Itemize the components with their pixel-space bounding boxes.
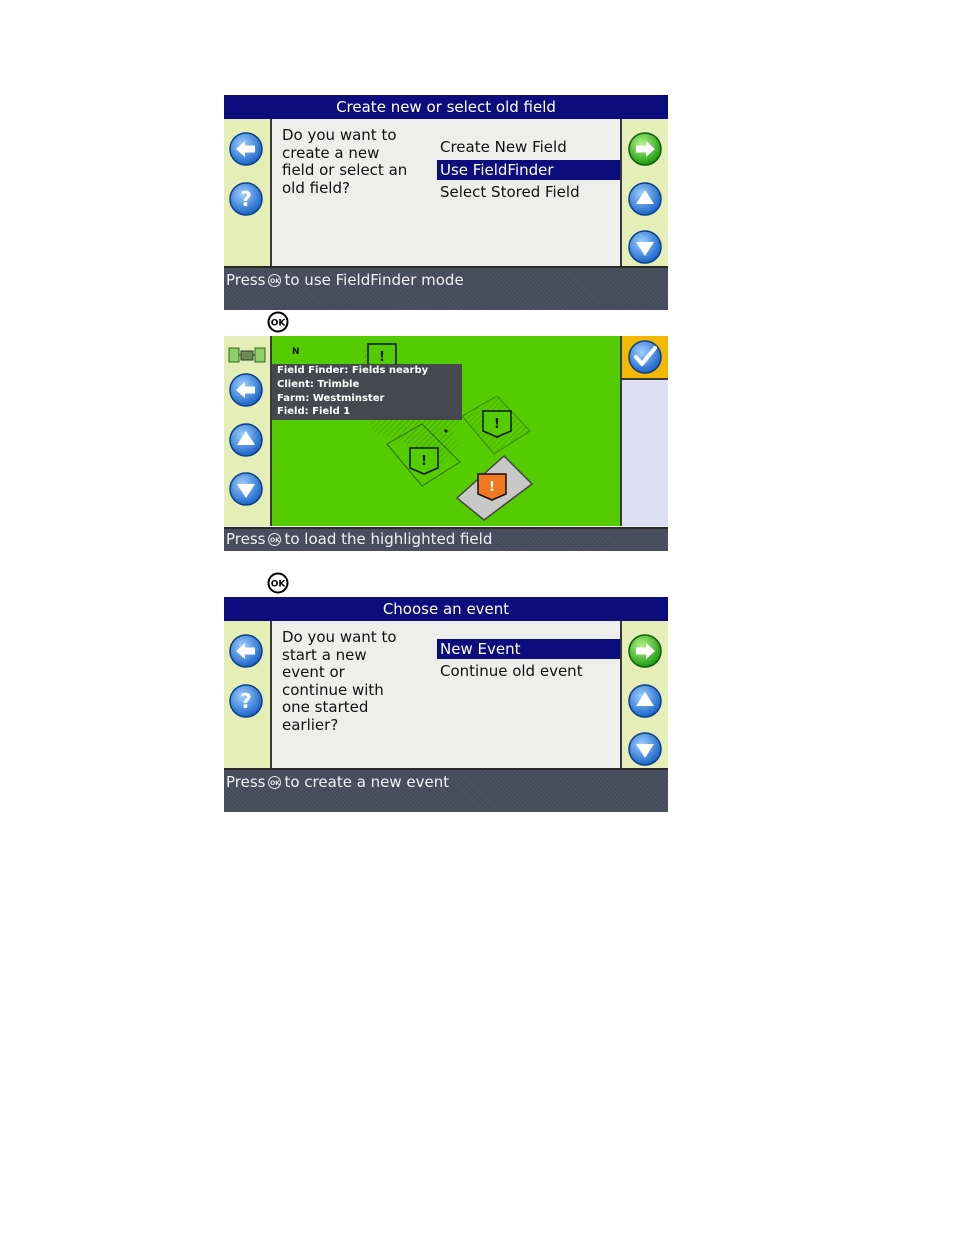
- option-continue-old-event[interactable]: Continue old event: [437, 661, 624, 681]
- option-use-fieldfinder[interactable]: Use FieldFinder: [437, 160, 624, 180]
- down-arrow-icon[interactable]: [228, 471, 264, 507]
- left-button-panel: ?: [224, 621, 272, 770]
- ok-button-icon: OK: [268, 274, 282, 287]
- right-button-panel: [620, 621, 668, 770]
- svg-text:OK: OK: [271, 580, 287, 590]
- screen-title: Choose an event: [224, 597, 668, 621]
- info-line-field-finder: Field Finder: Fields nearby: [277, 365, 429, 376]
- info-line-client: Client: Trimble: [277, 378, 360, 390]
- svg-text:?: ?: [240, 689, 252, 713]
- status-text: to create a new event: [284, 773, 450, 791]
- field-marker-icon[interactable]: !: [409, 447, 439, 475]
- svg-text:!: !: [421, 454, 427, 469]
- help-icon[interactable]: ?: [228, 181, 264, 217]
- svg-text:!: !: [489, 480, 495, 495]
- status-text-prefix: Press: [226, 271, 266, 289]
- checkmark-icon: [628, 340, 662, 374]
- back-arrow-icon[interactable]: [228, 131, 264, 167]
- status-text-prefix: Press: [226, 530, 266, 548]
- left-button-panel: [224, 336, 272, 526]
- selected-field-marker-icon[interactable]: !: [477, 473, 507, 501]
- svg-text:?: ?: [240, 187, 252, 211]
- option-new-event[interactable]: New Event: [437, 639, 624, 659]
- back-arrow-icon[interactable]: [228, 633, 264, 669]
- ok-button-icon: OK: [267, 311, 289, 333]
- down-arrow-icon[interactable]: [627, 731, 663, 767]
- up-arrow-icon[interactable]: [627, 683, 663, 719]
- field-info-box: Field Finder: Fields nearby Client: Trim…: [272, 364, 462, 420]
- option-select-stored-field[interactable]: Select Stored Field: [437, 182, 624, 202]
- content-area: Do you want to start a new event or cont…: [272, 621, 624, 770]
- screen-title: Create new or select old field: [224, 95, 668, 119]
- up-arrow-icon[interactable]: [228, 422, 264, 458]
- status-bar: Press OK to create a new event: [224, 768, 668, 812]
- svg-text:!: !: [494, 417, 500, 432]
- status-text-prefix: Press: [226, 773, 266, 791]
- field-selection-screen: Create new or select old field ? Do you …: [224, 95, 668, 310]
- ok-button-icon: OK: [268, 776, 282, 789]
- next-arrow-icon[interactable]: [627, 131, 663, 167]
- choose-event-screen: Choose an event ? Do you want to start a…: [224, 597, 668, 812]
- next-arrow-icon[interactable]: [627, 633, 663, 669]
- content-area: Do you want to create a new field or sel…: [272, 119, 624, 268]
- status-text: to load the highlighted field: [284, 530, 493, 548]
- left-button-panel: ?: [224, 119, 272, 268]
- fieldfinder-map-screen: ! ! ! ! N Field Finder: Fields nearby Cl…: [224, 336, 668, 551]
- status-bar: Press OK to load the highlighted field: [224, 527, 668, 551]
- vehicle-position-icon: [444, 429, 448, 433]
- info-line-farm: Farm: Westminster: [277, 392, 385, 404]
- field-marker-icon[interactable]: !: [482, 410, 512, 438]
- svg-text:OK: OK: [271, 319, 287, 329]
- confirm-button[interactable]: [622, 336, 668, 380]
- question-text: Do you want to start a new event or cont…: [282, 628, 397, 734]
- gps-satellite-icon: [228, 347, 266, 363]
- up-arrow-icon[interactable]: [627, 181, 663, 217]
- option-create-new-field[interactable]: Create New Field: [437, 137, 624, 157]
- status-bar: Press OK to use FieldFinder mode: [224, 266, 668, 310]
- ok-button-icon: OK: [268, 533, 282, 546]
- svg-text:!: !: [379, 350, 385, 365]
- status-text: to use FieldFinder mode: [284, 271, 464, 289]
- down-arrow-icon[interactable]: [627, 229, 663, 265]
- back-arrow-icon[interactable]: [228, 372, 264, 408]
- ok-button-icon: OK: [267, 572, 289, 594]
- help-icon[interactable]: ?: [228, 683, 264, 719]
- right-button-panel: [620, 119, 668, 268]
- question-text: Do you want to create a new field or sel…: [282, 126, 408, 197]
- north-indicator: N: [292, 347, 300, 357]
- right-button-panel: [620, 336, 668, 526]
- info-line-field: Field: Field 1: [277, 406, 351, 418]
